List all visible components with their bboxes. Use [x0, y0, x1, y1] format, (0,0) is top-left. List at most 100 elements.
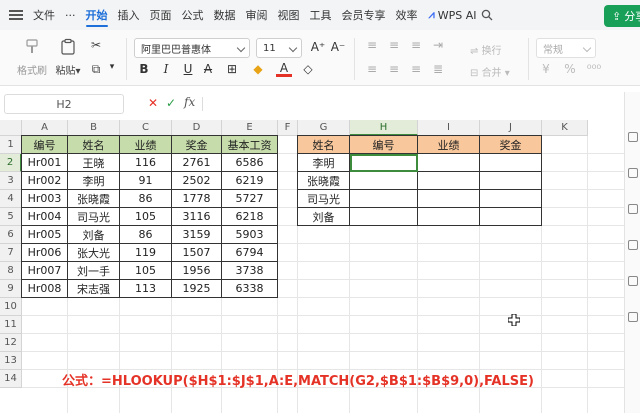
source-data-cell[interactable]: 刘一手 — [68, 262, 120, 280]
tab-member[interactable]: 会员专享 — [337, 0, 391, 30]
row-header-2[interactable]: 2 — [0, 154, 22, 172]
cut-button[interactable]: ✂ — [88, 38, 104, 52]
source-data-cell[interactable]: 2761 — [172, 154, 222, 172]
text-direction-button[interactable]: ⇥ — [430, 38, 446, 52]
row-header-7[interactable]: 7 — [0, 244, 22, 262]
lookup-result-cell[interactable] — [418, 190, 480, 208]
thousands-button[interactable]: ⁰⁰⁰ — [586, 62, 602, 76]
source-header-cell[interactable]: 姓名 — [68, 136, 120, 154]
sidebar-tool-icon[interactable] — [628, 276, 638, 286]
source-data-cell[interactable]: 宋志强 — [68, 280, 120, 298]
column-header-k[interactable]: K — [542, 120, 588, 136]
lookup-header-cell[interactable]: 业绩 — [418, 136, 480, 154]
source-data-cell[interactable]: 3738 — [222, 262, 278, 280]
tab-tools[interactable]: 工具 — [305, 0, 337, 30]
source-data-cell[interactable]: 张晓霞 — [68, 190, 120, 208]
source-data-cell[interactable]: 张大光 — [68, 244, 120, 262]
row-header-11[interactable]: 11 — [0, 316, 22, 334]
source-data-cell[interactable]: 6338 — [222, 280, 278, 298]
tab-page[interactable]: 页面 — [145, 0, 177, 30]
lookup-header-cell[interactable]: 奖金 — [480, 136, 542, 154]
clear-format-button[interactable]: ◇ — [300, 62, 316, 76]
distributed-align-button[interactable]: ≣ — [430, 62, 446, 76]
source-data-cell[interactable]: 105 — [120, 208, 172, 226]
align-middle-button[interactable]: ≡ — [386, 38, 402, 52]
lookup-result-cell[interactable] — [480, 190, 542, 208]
wps-ai-button[interactable]: ⩘ WPS AI — [429, 8, 477, 22]
row-header-5[interactable]: 5 — [0, 208, 22, 226]
source-data-cell[interactable]: Hr001 — [22, 154, 68, 172]
source-data-cell[interactable]: 6586 — [222, 154, 278, 172]
search-button[interactable] — [476, 0, 498, 30]
lookup-name-cell[interactable]: 刘备 — [298, 208, 350, 226]
row-header-13[interactable]: 13 — [0, 352, 22, 370]
source-data-cell[interactable]: 105 — [120, 262, 172, 280]
align-top-button[interactable]: ≡ — [364, 38, 380, 52]
lookup-result-cell[interactable] — [350, 190, 418, 208]
row-header-1[interactable]: 1 — [0, 136, 22, 154]
menu-more[interactable]: ··· — [60, 0, 81, 30]
increase-font-button[interactable]: A⁺ — [310, 40, 326, 54]
lookup-result-cell[interactable] — [350, 208, 418, 226]
lookup-result-cell[interactable] — [418, 208, 480, 226]
tab-review[interactable]: 审阅 — [241, 0, 273, 30]
source-data-cell[interactable]: 3159 — [172, 226, 222, 244]
wrap-text-button[interactable]: ⇌ 换行 — [470, 42, 502, 57]
column-header-g[interactable]: G — [298, 120, 350, 136]
source-data-cell[interactable]: 1507 — [172, 244, 222, 262]
source-data-cell[interactable]: Hr006 — [22, 244, 68, 262]
row-header-8[interactable]: 8 — [0, 262, 22, 280]
decrease-font-button[interactable]: A⁻ — [330, 40, 346, 54]
sidebar-tool-icon[interactable] — [628, 168, 638, 178]
lookup-result-cell[interactable] — [480, 154, 542, 172]
row-header-10[interactable]: 10 — [0, 298, 22, 316]
lookup-result-cell[interactable] — [418, 154, 480, 172]
row-header-3[interactable]: 3 — [0, 172, 22, 190]
sidebar-tool-icon[interactable] — [628, 312, 638, 322]
lookup-result-cell[interactable] — [418, 172, 480, 190]
tab-insert[interactable]: 插入 — [113, 0, 145, 30]
lookup-result-cell[interactable] — [480, 208, 542, 226]
copy-dropdown[interactable]: ▾ — [104, 62, 120, 72]
source-data-cell[interactable]: 刘备 — [68, 226, 120, 244]
source-data-cell[interactable]: 119 — [120, 244, 172, 262]
hamburger-menu[interactable] — [0, 0, 28, 30]
format-painter-button[interactable]: 格式刷 — [16, 30, 48, 77]
active-cell-h2[interactable] — [350, 154, 418, 172]
column-header-f[interactable]: F — [278, 120, 298, 136]
source-data-cell[interactable]: Hr002 — [22, 172, 68, 190]
align-left-button[interactable]: ≡ — [364, 62, 380, 76]
align-right-button[interactable]: ≡ — [408, 62, 424, 76]
font-color-button[interactable]: A — [276, 62, 292, 77]
formula-input[interactable] — [206, 94, 616, 114]
source-data-cell[interactable]: Hr004 — [22, 208, 68, 226]
row-header-12[interactable]: 12 — [0, 334, 22, 352]
source-data-cell[interactable]: 王晓 — [68, 154, 120, 172]
source-header-cell[interactable]: 奖金 — [172, 136, 222, 154]
column-header-c[interactable]: C — [120, 120, 172, 136]
tab-data[interactable]: 数据 — [209, 0, 241, 30]
source-data-cell[interactable]: 113 — [120, 280, 172, 298]
currency-button[interactable]: ¥ — [538, 62, 554, 76]
select-all-corner[interactable] — [0, 120, 22, 136]
column-header-i[interactable]: I — [418, 120, 480, 136]
source-header-cell[interactable]: 基本工资 — [222, 136, 278, 154]
fill-color-button[interactable]: ◆ — [250, 62, 266, 76]
source-data-cell[interactable]: Hr008 — [22, 280, 68, 298]
column-header-e[interactable]: E — [222, 120, 278, 136]
row-header-6[interactable]: 6 — [0, 226, 22, 244]
name-box[interactable]: H2 — [4, 94, 124, 114]
tab-efficiency[interactable]: 效率 — [391, 0, 423, 30]
lookup-name-cell[interactable]: 司马光 — [298, 190, 350, 208]
italic-button[interactable]: I — [158, 62, 174, 76]
underline-button[interactable]: U — [180, 62, 196, 76]
source-header-cell[interactable]: 业绩 — [120, 136, 172, 154]
tab-view[interactable]: 视图 — [273, 0, 305, 30]
column-header-b[interactable]: B — [68, 120, 120, 136]
source-data-cell[interactable]: 116 — [120, 154, 172, 172]
source-data-cell[interactable]: 3116 — [172, 208, 222, 226]
source-header-cell[interactable]: 编号 — [22, 136, 68, 154]
source-data-cell[interactable]: 6794 — [222, 244, 278, 262]
source-data-cell[interactable]: 6218 — [222, 208, 278, 226]
source-data-cell[interactable]: Hr005 — [22, 226, 68, 244]
